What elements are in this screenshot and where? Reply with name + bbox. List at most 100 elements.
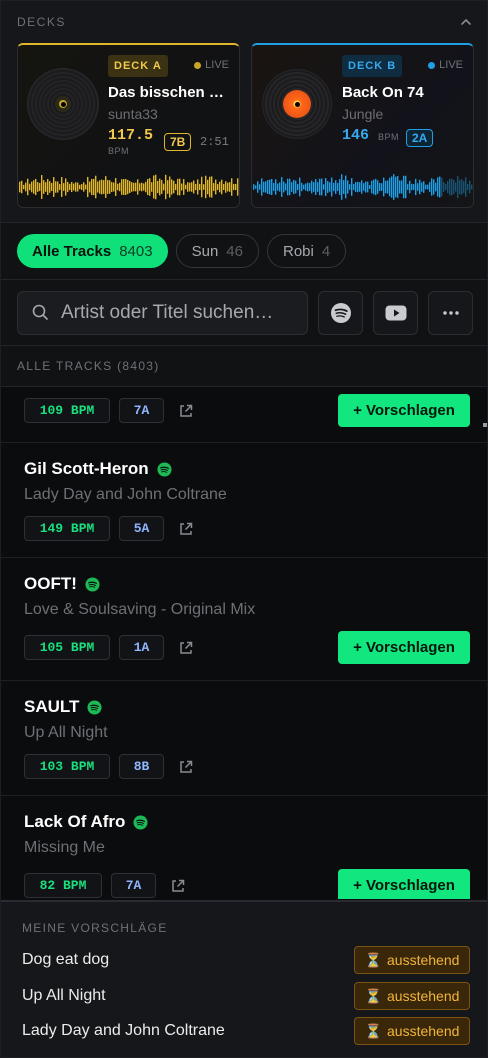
decks-title: DECKS xyxy=(17,15,66,29)
search-input[interactable]: Artist oder Titel suchen… xyxy=(17,290,309,335)
suggestion-row: Lady Day and John Coltrane ⏳ ausstehend xyxy=(1,1017,487,1045)
live-label: LIVE xyxy=(205,59,229,71)
list-item[interactable]: Gil Scott-Heron Lady Day and John Coltra… xyxy=(1,443,487,558)
waveform-bar xyxy=(465,177,467,197)
waveform-bar xyxy=(141,182,143,192)
suggest-button[interactable]: + Vorschlagen xyxy=(338,394,470,427)
external-link-icon[interactable] xyxy=(178,640,194,656)
external-link-icon[interactable] xyxy=(170,878,186,894)
waveform-bar xyxy=(107,180,109,194)
waveform-bar xyxy=(39,183,41,191)
scrollbar-thumb[interactable] xyxy=(483,423,487,427)
playlist-tabs: Alle Tracks 8403 Sun 46 Robi 4 xyxy=(1,223,487,280)
waveform-bar xyxy=(299,177,301,197)
more-button[interactable] xyxy=(428,290,473,335)
waveform-bar xyxy=(173,180,175,194)
waveform-bar xyxy=(285,183,287,191)
waveform-bar xyxy=(225,181,227,193)
waveform-bar xyxy=(97,181,99,193)
hourglass-icon: ⏳ xyxy=(364,987,383,1004)
waveform-bar xyxy=(191,182,193,192)
youtube-button[interactable] xyxy=(373,290,419,335)
waveform[interactable] xyxy=(252,171,474,203)
list-item[interactable]: Lack Of Afro Missing Me 82 BPM 7A + Vors… xyxy=(1,796,487,899)
waveform-bar xyxy=(75,182,77,192)
waveform-bar xyxy=(431,178,433,196)
spotify-icon[interactable] xyxy=(157,461,172,477)
waveform-bar xyxy=(373,179,375,195)
vinyl-record-icon xyxy=(28,69,98,139)
artist-row: SAULT xyxy=(24,697,102,717)
my-suggestions-panel: MEINE VORSCHLÄGE Dog eat dog ⏳ ausstehen… xyxy=(1,900,487,1057)
spotify-button[interactable] xyxy=(318,290,364,335)
external-link-icon[interactable] xyxy=(178,759,194,775)
deck-a[interactable]: DECK A LIVE Das bisschen … sunta33 117.5… xyxy=(17,43,240,208)
spotify-icon[interactable] xyxy=(85,576,100,592)
waveform-bar xyxy=(209,176,211,198)
tab-alle-tracks[interactable]: Alle Tracks 8403 xyxy=(17,234,168,268)
track-title: Lady Day and John Coltrane xyxy=(24,486,227,503)
track-list[interactable]: 109 BPM 7A + Vorschlagen Gil Scott-Heron… xyxy=(1,387,487,899)
track-title: Up All Night xyxy=(24,724,108,741)
waveform-bar xyxy=(349,184,351,190)
waveform-bar xyxy=(163,183,165,191)
waveform-bar xyxy=(335,180,337,194)
waveform-bar xyxy=(259,184,261,190)
decks-header[interactable]: DECKS xyxy=(1,1,487,43)
waveform-bar xyxy=(211,176,213,198)
bpm-tag: 149 BPM xyxy=(24,516,110,541)
waveform-bar xyxy=(455,182,457,192)
waveform-bar xyxy=(329,182,331,192)
waveform-bar xyxy=(129,180,131,194)
suggest-button[interactable]: + Vorschlagen xyxy=(338,869,470,899)
waveform-bar xyxy=(379,182,381,192)
waveform-bar xyxy=(139,183,141,191)
external-link-icon[interactable] xyxy=(178,521,194,537)
artist-row: Lack Of Afro xyxy=(24,812,148,832)
list-header: ALLE TRACKS (8403) xyxy=(1,346,487,387)
waveform-bar xyxy=(341,174,343,200)
track-title: Missing Me xyxy=(24,839,105,856)
waveform-bar xyxy=(347,180,349,194)
waveform-bar xyxy=(179,178,181,196)
waveform-bar xyxy=(73,183,75,191)
waveform-bar xyxy=(437,177,439,197)
waveform-bar xyxy=(267,179,269,195)
waveform-bar xyxy=(77,182,79,192)
spotify-icon xyxy=(330,302,351,323)
waveform-bar xyxy=(175,183,177,191)
waveform-bar xyxy=(381,183,383,191)
waveform-bar xyxy=(47,179,49,195)
waveform-bar xyxy=(369,185,371,189)
deck-b[interactable]: DECK B LIVE Back On 74 Jungle 146 BPM 2A xyxy=(251,43,474,208)
waveform-bar xyxy=(327,181,329,193)
list-item[interactable]: OOFT! Love & Soulsaving - Original Mix 1… xyxy=(1,558,487,681)
list-item[interactable]: SAULT Up All Night 103 BPM 8B xyxy=(1,681,487,796)
list-item[interactable]: 109 BPM 7A + Vorschlagen xyxy=(1,387,487,443)
deck-a-artist: sunta33 xyxy=(108,106,158,122)
waveform-bar xyxy=(197,179,199,195)
deck-b-bpm-unit: BPM xyxy=(378,132,400,142)
suggestion-row: Up All Night ⏳ ausstehend xyxy=(1,982,487,1010)
waveform-bar xyxy=(23,184,25,190)
live-indicator: LIVE xyxy=(194,59,229,71)
waveform-bar xyxy=(133,182,135,192)
waveform-bar xyxy=(323,184,325,190)
waveform-bar xyxy=(325,178,327,196)
waveform[interactable] xyxy=(18,171,240,203)
waveform-bar xyxy=(269,179,271,195)
waveform-bar xyxy=(453,179,455,195)
tab-label: Robi xyxy=(282,242,314,260)
suggest-button[interactable]: + Vorschlagen xyxy=(338,631,470,664)
waveform-bar xyxy=(87,176,89,198)
external-link-icon[interactable] xyxy=(178,403,194,419)
artist-row: Gil Scott-Heron xyxy=(24,459,172,479)
tab-sun[interactable]: Sun 46 xyxy=(175,234,259,268)
waveform-bar xyxy=(149,178,151,196)
tab-robi[interactable]: Robi 4 xyxy=(266,234,347,268)
spotify-icon[interactable] xyxy=(87,699,102,715)
waveform-bar xyxy=(255,185,257,189)
chevron-up-icon[interactable] xyxy=(459,15,473,29)
live-label: LIVE xyxy=(439,59,463,71)
spotify-icon[interactable] xyxy=(133,814,148,830)
